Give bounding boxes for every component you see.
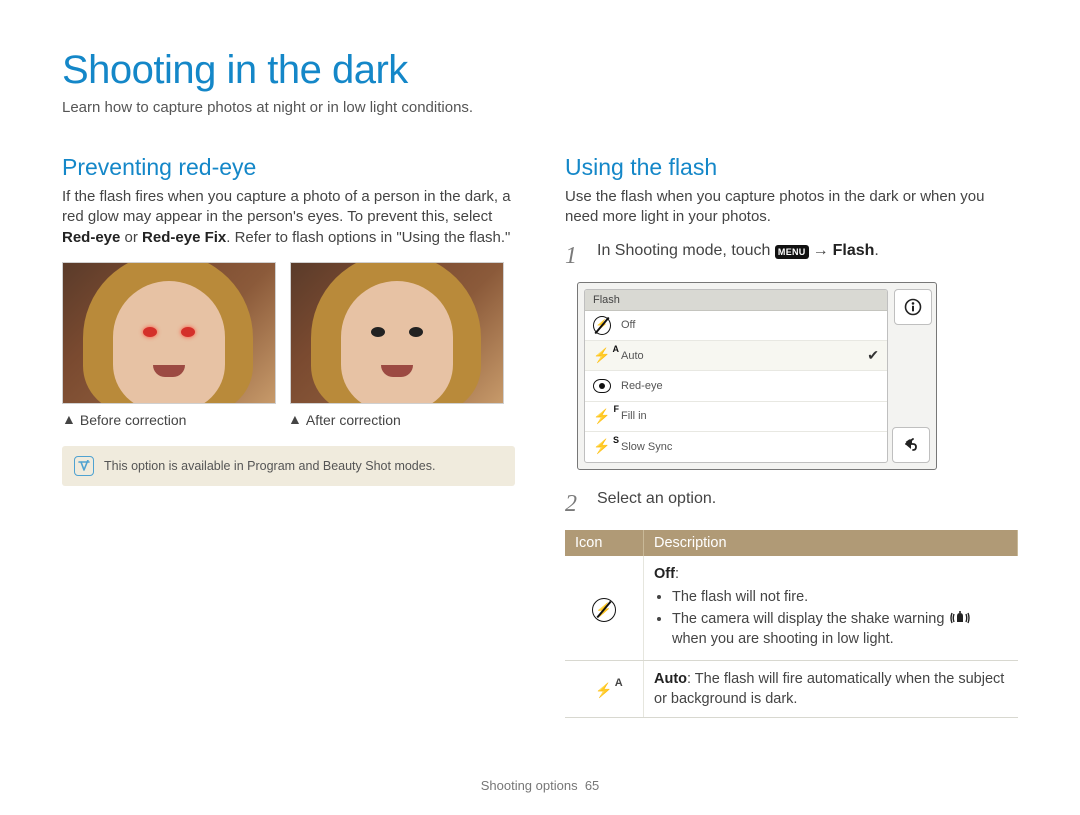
- flash-intro: Use the flash when you capture photos in…: [565, 187, 1018, 228]
- flash-fillin-icon: ⚡F: [593, 408, 611, 424]
- step-number-2: 2: [565, 492, 583, 516]
- table-row-auto: ⚡A Auto: The flash will fire automatical…: [565, 660, 1018, 718]
- cell-auto-desc: Auto: The flash will fire automatically …: [644, 660, 1018, 718]
- flash-slowsync-label: Slow Sync: [621, 441, 672, 453]
- preventing-paragraph: If the flash fires when you capture a ph…: [62, 187, 515, 248]
- flash-option-slowsync[interactable]: ⚡S Slow Sync: [585, 432, 887, 461]
- th-desc: Description: [644, 530, 1018, 556]
- photo-before-correction: [62, 262, 276, 404]
- auto-text: : The flash will fire automatically when…: [654, 671, 1004, 707]
- step-2-text: Select an option.: [597, 490, 716, 508]
- section-preventing-heading: Preventing red-eye: [62, 154, 515, 181]
- flash-options-table: Icon Description ⚡ Off: The flash will n…: [565, 530, 1018, 719]
- cell-auto-icon: ⚡A: [565, 660, 644, 718]
- photo-after-correction: [290, 262, 504, 404]
- flash-option-redeye[interactable]: Red-eye: [585, 371, 887, 401]
- note-icon: [74, 456, 94, 476]
- flash-redeye-icon: [593, 378, 611, 394]
- page-subtitle: Learn how to capture photos at night or …: [62, 99, 1018, 116]
- flash-redeye-label: Red-eye: [621, 380, 663, 392]
- back-arrow-icon: [902, 436, 920, 454]
- cell-off-desc: Off: The flash will not fire. The camera…: [644, 556, 1018, 661]
- caption-before-text: Before correction: [80, 412, 187, 428]
- table-row-off: ⚡ Off: The flash will not fire. The came…: [565, 556, 1018, 661]
- flash-option-fillin[interactable]: ⚡F Fill in: [585, 402, 887, 432]
- info-icon: [904, 298, 922, 316]
- page-footer: Shooting options 65: [0, 778, 1080, 793]
- note-text: This option is available in Program and …: [104, 459, 435, 473]
- right-column: Using the flash Use the flash when you c…: [565, 154, 1018, 718]
- triangle-up-icon: ▲: [288, 411, 302, 427]
- shake-warning-icon: [950, 610, 970, 626]
- auto-title: Auto: [654, 671, 687, 687]
- para-bold-redeye: Red-eye: [62, 229, 120, 246]
- para-bold-redeyefix: Red-eye Fix: [142, 229, 226, 246]
- info-button[interactable]: [894, 289, 932, 325]
- flash-off-label: Off: [621, 319, 635, 331]
- step-1-text: In Shooting mode, touch MENU→Flash.: [597, 242, 879, 260]
- off-b2a: The camera will display the shake warnin…: [672, 611, 948, 627]
- flash-option-off[interactable]: ⚡ Off: [585, 311, 887, 341]
- note-box: This option is available in Program and …: [62, 446, 515, 486]
- off-bullet-1: The flash will not fire.: [672, 587, 1008, 607]
- flash-auto-label: Auto: [621, 350, 644, 362]
- flash-menu-screenshot: Flash ⚡ Off ⚡A Auto Red-eye ⚡F: [577, 282, 937, 470]
- left-column: Preventing red-eye If the flash fires wh…: [62, 154, 515, 718]
- section-flash-heading: Using the flash: [565, 154, 1018, 181]
- caption-after-text: After correction: [306, 412, 401, 428]
- off-bullet-2: The camera will display the shake warnin…: [672, 609, 1008, 650]
- flash-off-icon: ⚡: [593, 317, 611, 333]
- para-a: If the flash fires when you capture a ph…: [62, 188, 511, 225]
- flash-fillin-label: Fill in: [621, 410, 647, 422]
- menu-icon: MENU: [775, 245, 809, 259]
- page-title: Shooting in the dark: [62, 48, 1018, 93]
- back-button[interactable]: [892, 427, 930, 463]
- off-title: Off: [654, 566, 675, 582]
- caption-after: ▲After correction: [288, 412, 500, 428]
- cell-off-icon: ⚡: [565, 556, 644, 661]
- off-b2b: when you are shooting in low light.: [672, 631, 894, 647]
- flash-option-auto[interactable]: ⚡A Auto: [585, 341, 887, 371]
- footer-page-number: 65: [585, 778, 599, 793]
- step1-flash: Flash: [833, 242, 875, 259]
- th-icon: Icon: [565, 530, 644, 556]
- flash-auto-icon: ⚡A: [593, 348, 611, 364]
- arrow-right-icon: →: [813, 242, 829, 259]
- step-number-1: 1: [565, 244, 583, 268]
- triangle-up-icon: ▲: [62, 411, 76, 427]
- footer-section: Shooting options: [481, 778, 578, 793]
- para-b: . Refer to flash options in "Using the f…: [226, 229, 510, 246]
- caption-before: ▲Before correction: [62, 412, 274, 428]
- step1-a: In Shooting mode, touch: [597, 242, 775, 259]
- screen-title: Flash: [585, 290, 887, 311]
- flash-slowsync-icon: ⚡S: [593, 439, 611, 455]
- para-mid: or: [120, 229, 142, 246]
